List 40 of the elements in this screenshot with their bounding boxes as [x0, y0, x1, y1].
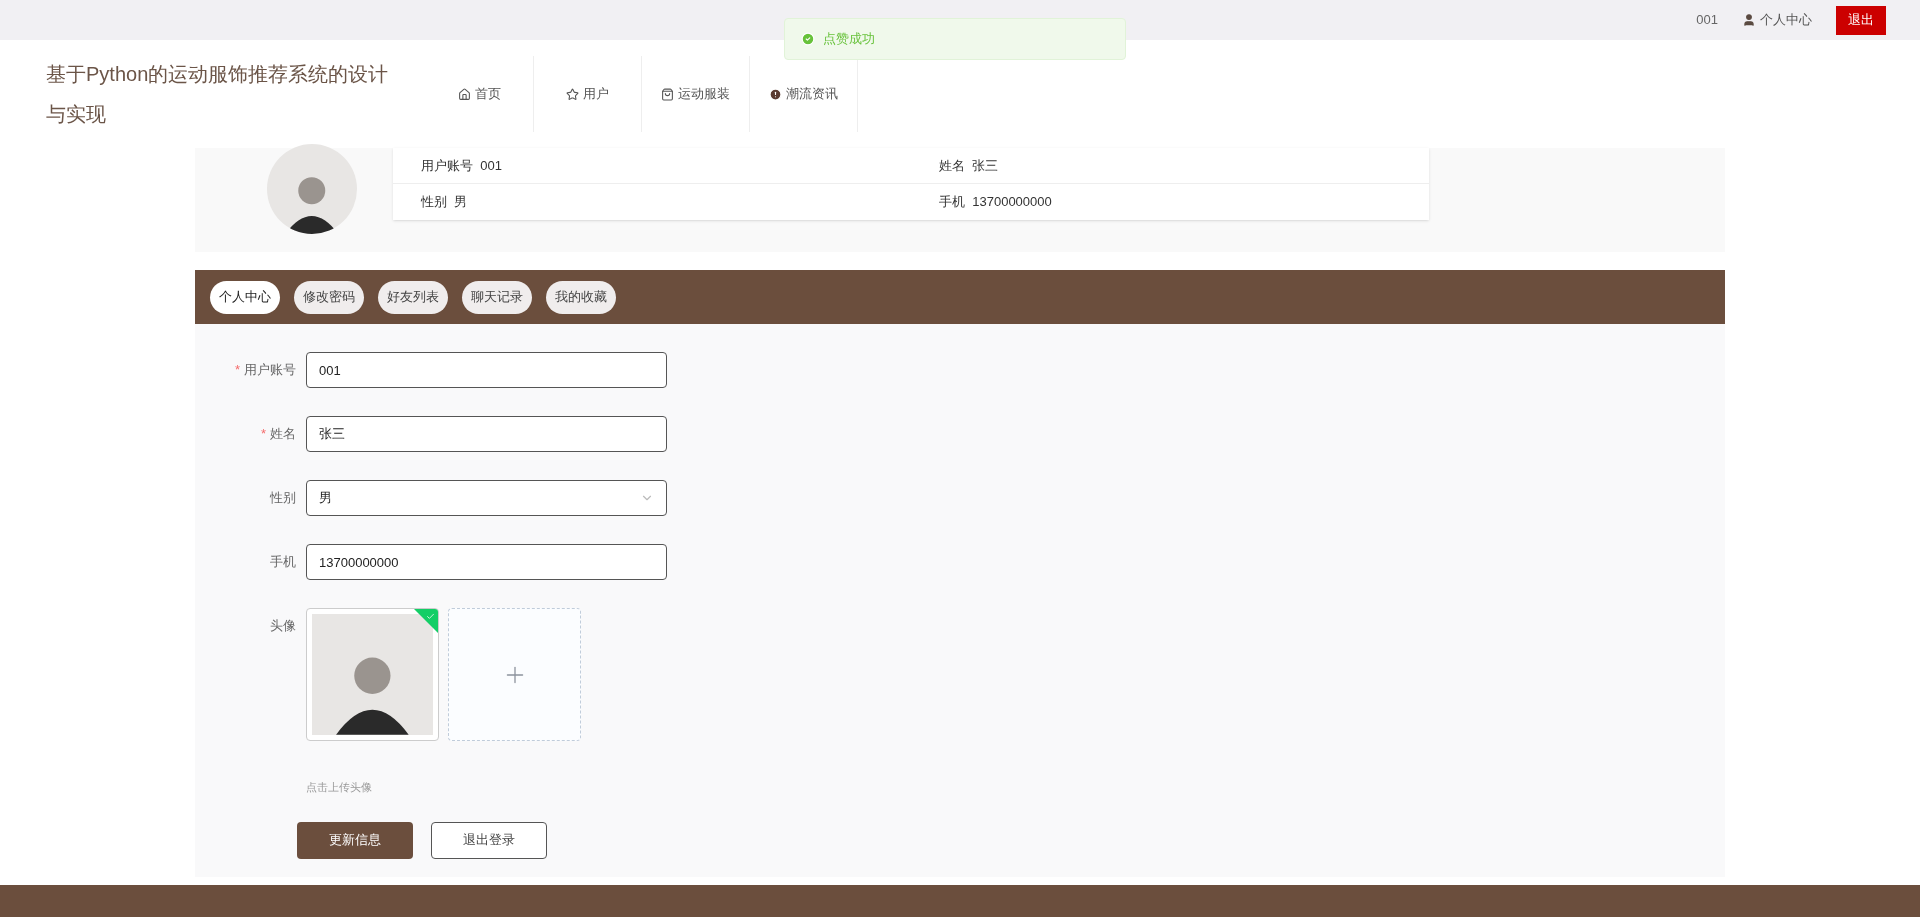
field-label: 性别	[270, 489, 296, 508]
check-circle-icon	[801, 32, 815, 46]
site-title: 基于Python的运动服饰推荐系统的设计与实现	[46, 62, 390, 127]
profile-info-text: 手机 13700000000	[938, 193, 1053, 212]
profile-tab[interactable]: 修改密码	[294, 280, 364, 314]
profile-tab[interactable]: 好友列表	[378, 280, 448, 314]
nav-item[interactable]: 潮流资讯	[750, 56, 858, 132]
required-asterisk: *	[234, 361, 240, 380]
text-field[interactable]: 001	[306, 352, 667, 388]
field-label: 用户账号	[244, 361, 296, 380]
logout-account-button[interactable]: 退出登录	[431, 821, 547, 859]
profile-info-text: 姓名 张三	[911, 148, 1429, 184]
house-icon	[458, 87, 471, 101]
profile-tab[interactable]: 聊天记录	[462, 280, 532, 314]
profile-tab[interactable]: 我的收藏	[546, 280, 616, 314]
profile-link[interactable]: 个人中心	[1742, 10, 1812, 30]
alert-icon	[769, 87, 782, 101]
profile-info-text: 性别 男	[420, 193, 469, 212]
toast-message: 点赞成功	[823, 30, 875, 49]
upload-hint: 点击上传头像	[306, 780, 373, 795]
nav-item[interactable]: 用户	[534, 56, 642, 132]
check-icon	[426, 612, 435, 621]
logout-button[interactable]: 退出	[1836, 5, 1886, 35]
nav-item[interactable]: 首页	[426, 56, 534, 132]
select-field[interactable]: 男	[306, 480, 667, 516]
star-icon	[566, 87, 579, 101]
person-icon	[1742, 13, 1756, 27]
bag-icon	[661, 87, 674, 101]
required-asterisk: *	[260, 425, 266, 444]
nav-item[interactable]: 运动服装	[642, 56, 750, 132]
username-text: 001	[1696, 11, 1718, 30]
update-button[interactable]: 更新信息	[297, 821, 413, 859]
profile-tab[interactable]: 个人中心	[210, 280, 280, 314]
field-label: 姓名	[270, 425, 296, 444]
text-field[interactable]: 13700000000	[306, 544, 667, 580]
upload-box[interactable]	[448, 608, 581, 741]
field-label: 头像	[270, 617, 296, 636]
text-field[interactable]: 张三	[306, 416, 667, 452]
profile-info-text: 用户账号 001	[393, 148, 911, 184]
field-label: 手机	[270, 553, 296, 572]
